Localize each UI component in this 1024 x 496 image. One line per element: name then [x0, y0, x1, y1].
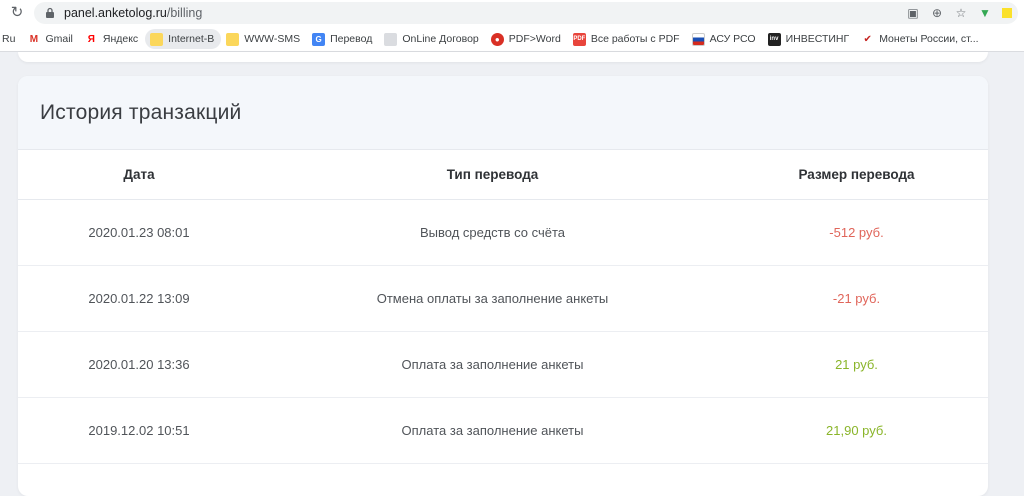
row-type: Оплата за заполнение анкеты	[401, 357, 584, 372]
row-amount: -21 руб.	[832, 291, 881, 306]
translate-icon: G	[312, 32, 326, 46]
checkmark-icon: ✔	[863, 33, 872, 45]
bookmark-label: Все работы с PDF	[590, 33, 680, 45]
row-amount: -512 руб.	[829, 225, 884, 240]
bookmark-item[interactable]: inv ИНВЕСТИНГ	[763, 29, 857, 49]
page-content: История транзакций Дата Тип перевода Раз…	[0, 52, 1024, 496]
card-title: История транзакций	[40, 100, 242, 124]
row-amount: 21 руб.	[835, 357, 878, 372]
bookmark-label: Яндекс	[102, 33, 139, 45]
shield-extension-icon[interactable]: ▼	[978, 6, 992, 20]
column-header-date: Дата	[123, 167, 155, 182]
table-row: 2020.01.22 13:09 Отмена оплаты за заполн…	[18, 266, 988, 332]
bookmark-label: Монеты России, ст...	[879, 33, 979, 45]
bookmark-label: Ru	[2, 33, 16, 45]
transaction-history-card: История транзакций Дата Тип перевода Раз…	[18, 76, 988, 496]
row-date: 2020.01.20 13:36	[88, 357, 190, 372]
row-type: Оплата за заполнение анкеты	[401, 423, 584, 438]
bookmark-item[interactable]: PDF Все работы с PDF	[568, 29, 687, 49]
browser-chrome: ↻ panel.anketolog.ru/billing ▣ ⊕ ☆ ▼ Ru …	[0, 0, 1024, 52]
bookmark-label: ИНВЕСТИНГ	[785, 33, 850, 45]
bookmark-item[interactable]: ● PDF>Word	[486, 29, 568, 49]
gmail-icon: M	[29, 33, 39, 45]
bookmarks-bar: Ru M Gmail Я Яндекс Internet-B WWW-SMS G Пе…	[0, 27, 1024, 51]
bookmark-label: WWW-SMS	[244, 33, 301, 45]
bookmark-item[interactable]: Я Яндекс	[80, 29, 145, 49]
table-row: 2020.01.20 13:36 Оплата за заполнение ан…	[18, 332, 988, 398]
url-text[interactable]: panel.anketolog.ru/billing	[64, 5, 202, 21]
folder-icon	[150, 32, 164, 46]
previous-card	[18, 52, 988, 62]
row-amount: 21,90 руб.	[826, 423, 887, 438]
card-header: История транзакций	[18, 76, 988, 150]
table-row: 2019.12.02 10:51 Оплата за заполнение ан…	[18, 398, 988, 464]
bookmark-item[interactable]: Internet-B	[145, 29, 222, 49]
pdf-word-icon: ●	[490, 32, 504, 46]
row-date: 2019.12.02 10:51	[88, 423, 190, 438]
zoom-icon[interactable]: ⊕	[930, 6, 944, 20]
column-header-amount: Размер перевода	[798, 167, 915, 182]
bookmark-label: Internet-B	[168, 33, 215, 45]
lock-icon[interactable]	[44, 7, 56, 19]
address-bar-row: ↻ panel.anketolog.ru/billing ▣ ⊕ ☆ ▼	[0, 0, 1024, 26]
pdf-icon: PDF	[572, 32, 586, 46]
column-header-type: Тип перевода	[446, 167, 539, 182]
table-row: 2020.01.23 08:01 Вывод средств со счёта …	[18, 200, 988, 266]
bookmark-item[interactable]: G Перевод	[307, 29, 379, 49]
url-domain: panel.anketolog.ru	[64, 6, 167, 20]
bookmark-label: OnLine Договор	[402, 33, 479, 45]
bookmark-item[interactable]: M Gmail	[22, 29, 79, 49]
bookmark-item[interactable]: Ru	[0, 29, 22, 49]
bookmark-item[interactable]: ✔ Монеты России, ст...	[856, 29, 985, 49]
row-type: Вывод средств со счёта	[419, 225, 566, 240]
url-path: /billing	[166, 6, 203, 20]
yandex-icon: Я	[87, 33, 95, 45]
address-bar[interactable]: panel.anketolog.ru/billing ▣ ⊕ ☆ ▼	[34, 2, 1018, 24]
bookmark-label: Перевод	[330, 33, 373, 45]
document-icon	[384, 32, 398, 46]
extension-icon[interactable]	[1002, 8, 1012, 18]
investing-icon: inv	[767, 32, 781, 46]
translate-page-icon[interactable]: ▣	[906, 6, 920, 20]
reload-icon[interactable]: ↻	[8, 4, 26, 22]
folder-icon	[226, 32, 240, 46]
row-date: 2020.01.22 13:09	[88, 291, 190, 306]
bookmark-item[interactable]: АСУ РСО	[687, 29, 763, 49]
row-type: Отмена оплаты за заполнение анкеты	[376, 291, 609, 306]
star-icon[interactable]: ☆	[954, 6, 968, 20]
russian-flag-icon	[691, 32, 705, 46]
bookmark-label: Gmail	[45, 33, 73, 45]
row-date: 2020.01.23 08:01	[88, 225, 190, 240]
bookmark-item[interactable]: OnLine Договор	[379, 29, 485, 49]
bookmark-label: АСУ РСО	[709, 33, 756, 45]
bookmark-label: PDF>Word	[508, 33, 561, 45]
bookmark-item[interactable]: WWW-SMS	[221, 29, 307, 49]
table-header: Дата Тип перевода Размер перевода	[18, 150, 988, 200]
omnibox-icons: ▣ ⊕ ☆ ▼	[906, 5, 1012, 21]
